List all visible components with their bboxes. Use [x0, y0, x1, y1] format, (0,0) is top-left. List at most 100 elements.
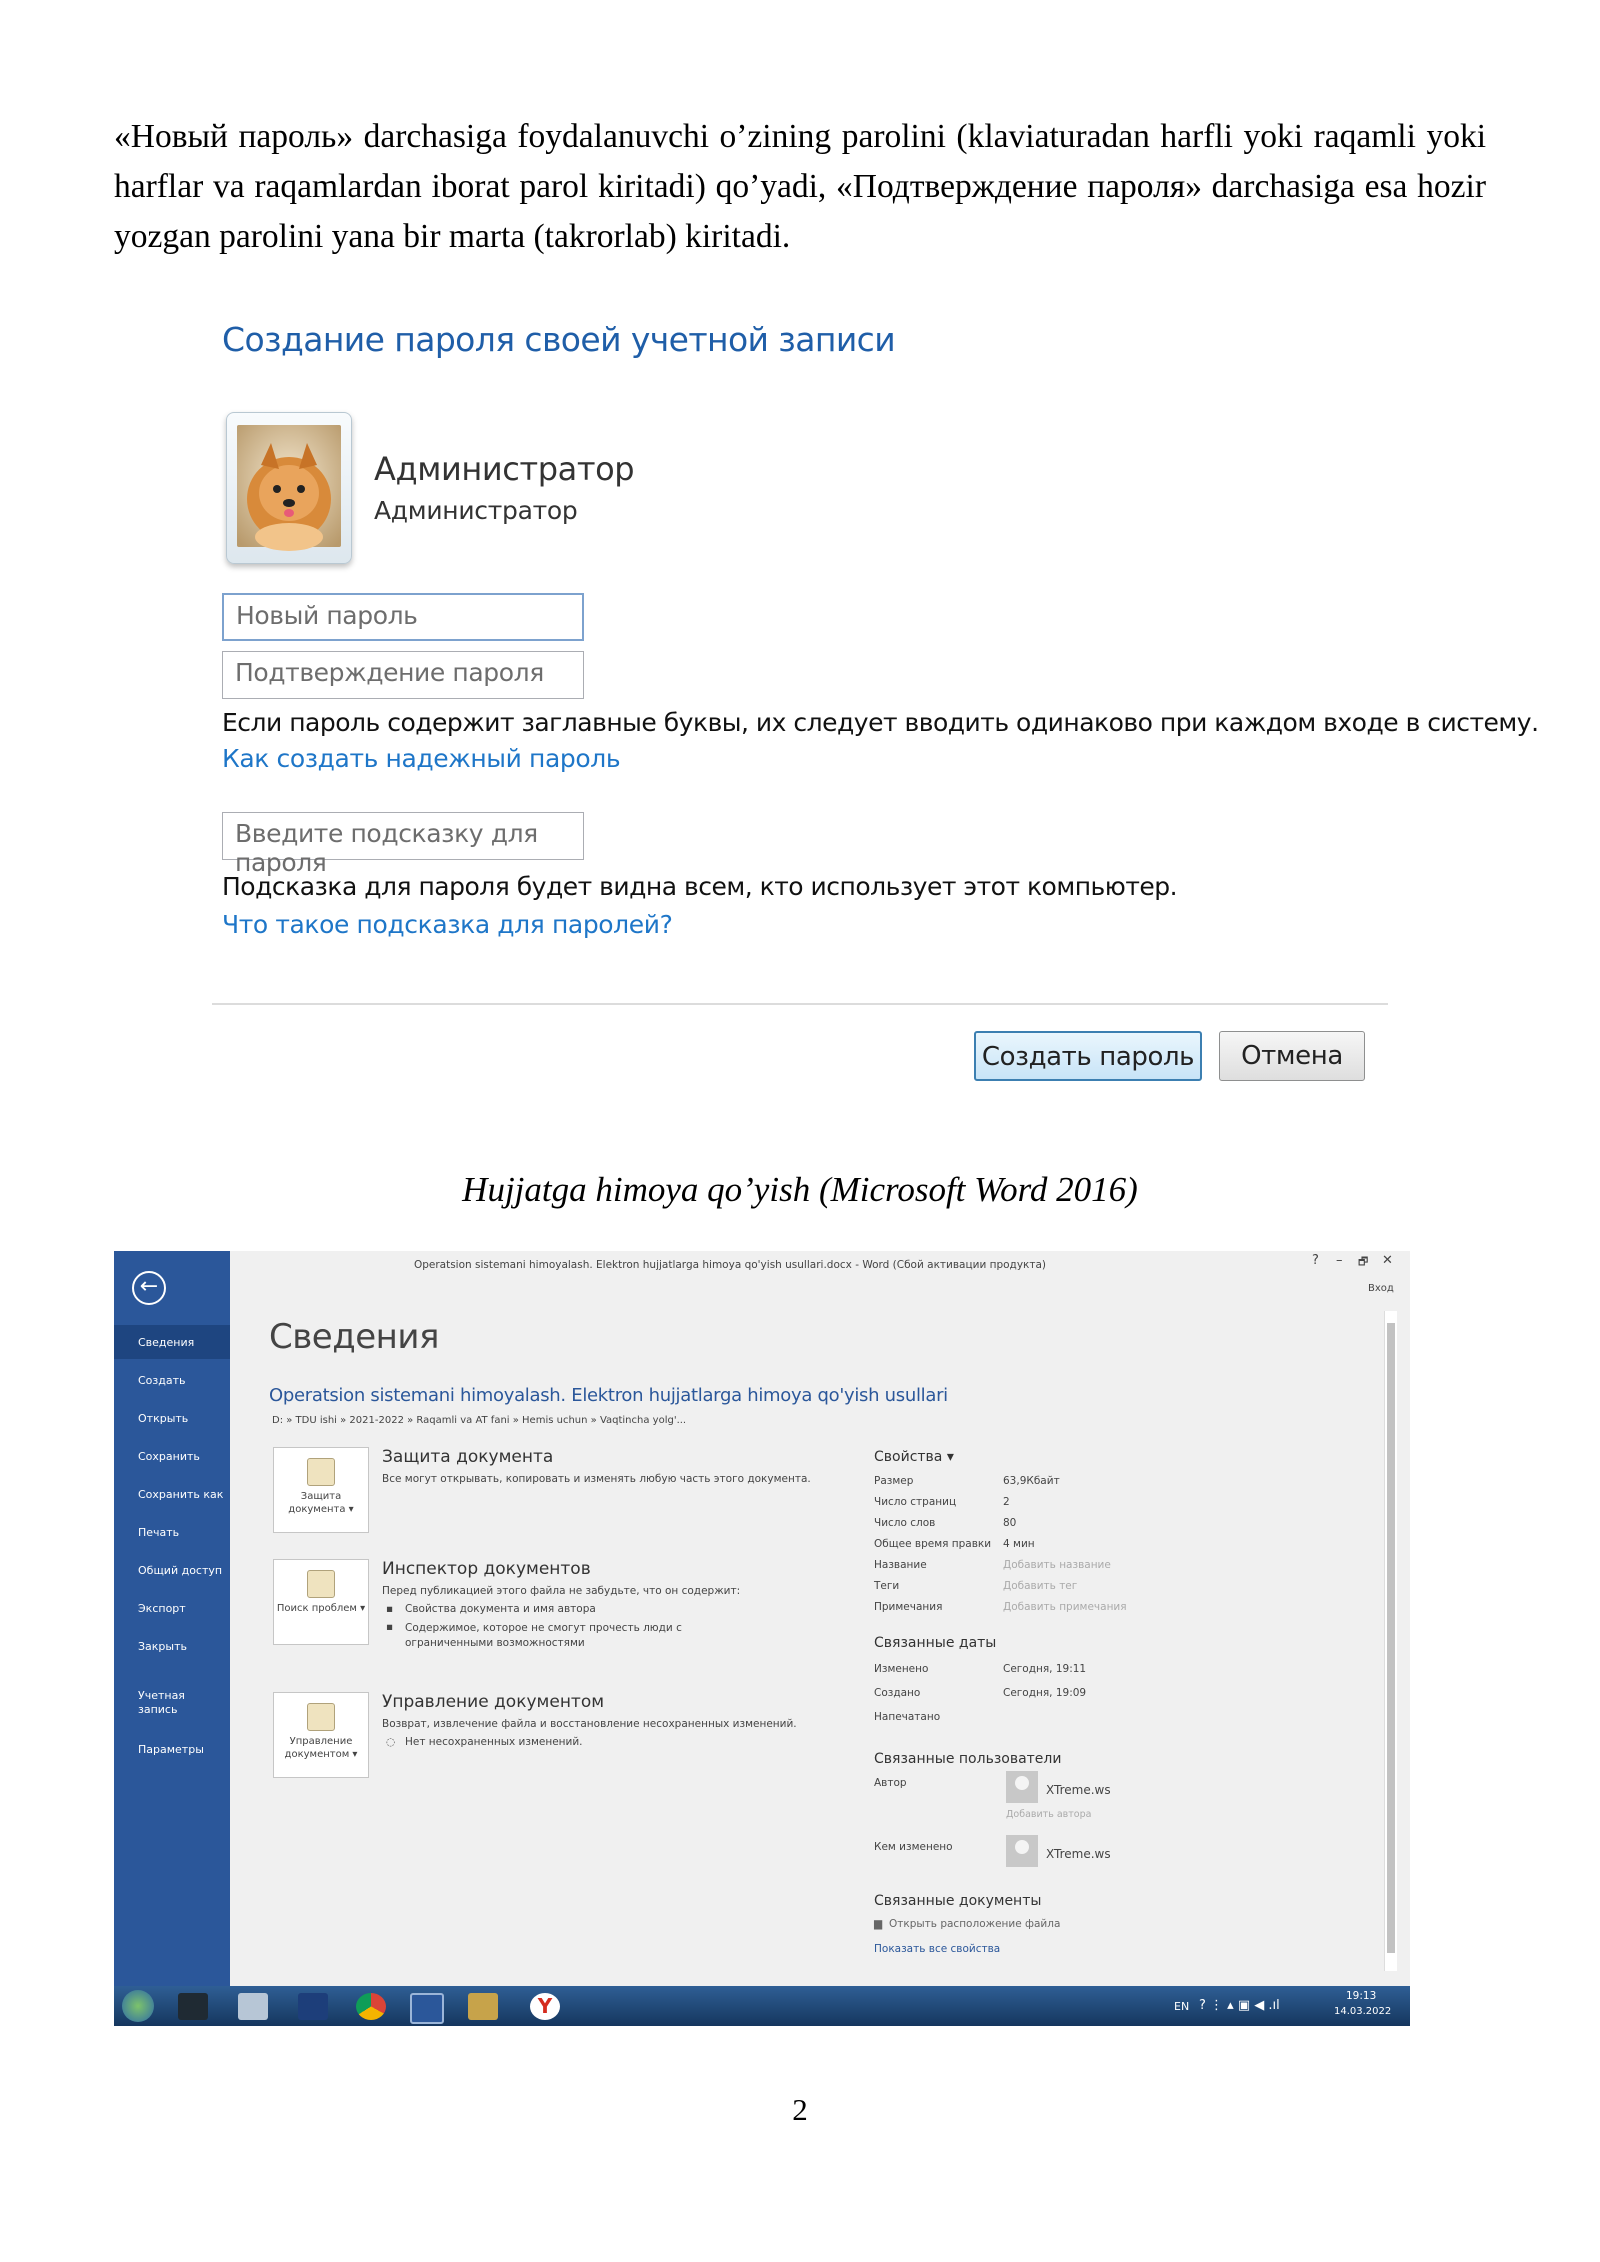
tray-icons[interactable]: ? ⋮ ▴ ▣ ◀ .ıl: [1199, 1998, 1280, 2013]
chrome-icon[interactable]: [356, 1993, 386, 2020]
user-avatar: [226, 412, 352, 564]
word-taskbar-icon[interactable]: [410, 1993, 444, 2024]
strong-password-link[interactable]: Как создать надежный пароль: [222, 744, 621, 773]
caps-notice: Если пароль содержит заглавные буквы, их…: [222, 708, 1539, 737]
dialog-separator: [212, 1003, 1388, 1005]
nav-item-options[interactable]: Параметры: [138, 1743, 204, 1756]
author-name[interactable]: XTreme.ws: [1046, 1783, 1111, 1797]
open-file-location-link[interactable]: Открыть расположение файла: [889, 1918, 1060, 1930]
taskbar-save-icon[interactable]: [298, 1993, 328, 2020]
manage-document-tile-label: Управление документом ▾: [284, 1736, 358, 1760]
taskbar-app-icon[interactable]: [468, 1993, 498, 2020]
close-icon[interactable]: ✕: [1382, 1253, 1393, 1268]
add-author-link[interactable]: Добавить автора: [1006, 1809, 1091, 1820]
nav-item-info[interactable]: Сведения: [138, 1336, 194, 1349]
sign-in-link[interactable]: Вход: [1368, 1283, 1394, 1294]
check-for-issues-button[interactable]: Поиск проблем ▾: [273, 1559, 369, 1645]
manage-document-text: Возврат, извлечение файла и восстановлен…: [382, 1718, 797, 1730]
changed-by-label: Кем изменено: [874, 1841, 953, 1853]
prop-value: 63,9Кбайт: [1003, 1475, 1060, 1487]
prop-value-title-input[interactable]: Добавить название: [1003, 1559, 1111, 1571]
changed-by-name[interactable]: XTreme.ws: [1046, 1847, 1111, 1861]
prop-label: Общее время правки: [874, 1538, 992, 1550]
document-title: Operatsion sistemani himoyalash. Elektro…: [269, 1385, 948, 1406]
vertical-scrollbar[interactable]: [1384, 1311, 1397, 1971]
nav-item-export[interactable]: Экспорт: [138, 1602, 186, 1615]
body-paragraph: «Новый пароль» darchasiga foydalanuvchi …: [114, 118, 1486, 255]
document-path[interactable]: D: » TDU ishi » 2021-2022 » Raqamli va A…: [272, 1415, 686, 1426]
clock-time[interactable]: 19:13: [1346, 1990, 1376, 2002]
nav-item-save-as[interactable]: Сохранить как: [138, 1488, 223, 1501]
check-for-issues-tile-label: Поиск проблем ▾: [276, 1603, 366, 1614]
date-label: Создано: [874, 1687, 921, 1699]
dialog-title: Создание пароля своей учетной записи: [222, 320, 896, 359]
page-number: 2: [792, 2092, 808, 2127]
confirm-password-field[interactable]: Подтверждение пароля: [222, 651, 584, 699]
clock-date[interactable]: 14.03.2022: [1334, 2006, 1391, 2017]
protect-document-title: Защита документа: [382, 1447, 554, 1467]
back-arrow-icon[interactable]: ←: [132, 1271, 166, 1305]
folder-icon: ▆: [874, 1918, 883, 1930]
scrollbar-thumb[interactable]: [1387, 1323, 1395, 1953]
manage-document-button[interactable]: Управление документом ▾: [273, 1692, 369, 1778]
related-dates-header: Связанные даты: [874, 1635, 997, 1651]
nav-item-print[interactable]: Печать: [138, 1526, 179, 1539]
help-icon[interactable]: ?: [1312, 1253, 1319, 1268]
create-password-button[interactable]: Создать пароль: [974, 1031, 1202, 1081]
author-label: Автор: [874, 1777, 907, 1789]
start-button-icon[interactable]: [122, 1990, 154, 2022]
user-name: Администратор: [374, 450, 635, 488]
manage-document-title: Управление документом: [382, 1692, 605, 1712]
inspect-document-text: Перед публикацией этого файла не забудьт…: [382, 1585, 741, 1597]
hint-notice: Подсказка для пароля будет видна всем, к…: [222, 872, 1178, 901]
date-value: Сегодня, 19:11: [1003, 1663, 1087, 1675]
prop-value: 2: [1003, 1496, 1010, 1508]
protect-document-tile-label: Защита документа ▾: [288, 1491, 354, 1515]
inspect-document-title: Инспектор документов: [382, 1559, 591, 1579]
changed-by-avatar: [1006, 1835, 1038, 1867]
backstage-heading: Сведения: [269, 1317, 439, 1357]
show-all-properties-link[interactable]: Показать все свойства: [874, 1943, 1000, 1955]
windows-taskbar: Y EN ? ⋮ ▴ ▣ ◀ .ıl 19:13 14.03.2022: [114, 1986, 1410, 2026]
manage-document-icon: [307, 1703, 335, 1731]
hint-help-link[interactable]: Что такое подсказка для паролей?: [222, 910, 673, 939]
protect-document-button[interactable]: Защита документа ▾: [273, 1447, 369, 1533]
yandex-browser-icon[interactable]: Y: [530, 1993, 560, 2020]
nav-item-close[interactable]: Закрыть: [138, 1640, 187, 1653]
prop-value-tags-input[interactable]: Добавить тег: [1003, 1580, 1077, 1592]
cancel-button[interactable]: Отмена: [1219, 1031, 1365, 1081]
figure-caption: Hujjatga himoya qo’yish (Microsoft Word …: [462, 1170, 1138, 1209]
language-indicator[interactable]: EN: [1174, 2000, 1189, 2013]
new-password-field[interactable]: Новый пароль: [222, 593, 584, 641]
taskbar-app-icon[interactable]: [238, 1993, 268, 2020]
inspect-item-properties: Свойства документа и имя автора: [405, 1603, 596, 1615]
prop-value: 80: [1003, 1517, 1017, 1529]
nav-item-save[interactable]: Сохранить: [138, 1450, 200, 1463]
date-label: Изменено: [874, 1663, 929, 1675]
nav-item-new[interactable]: Создать: [138, 1374, 186, 1387]
restore-icon[interactable]: 🗗: [1358, 1253, 1368, 1272]
prop-label: Число слов: [874, 1517, 936, 1529]
prop-label: Размер: [874, 1475, 914, 1487]
minimize-icon[interactable]: –: [1336, 1253, 1343, 1268]
window-title: Operatsion sistemani himoyalash. Elektro…: [413, 1259, 1047, 1271]
prop-label: Число страниц: [874, 1496, 957, 1508]
word-screenshot: ← Сведения Создать Открыть Сохранить Сох…: [114, 1251, 1410, 2026]
manage-item-no-changes: Нет несохраненных изменений.: [405, 1736, 583, 1748]
protect-document-text: Все могут открывать, копировать и изменя…: [382, 1473, 811, 1485]
user-role: Администратор: [374, 496, 578, 525]
inspect-document-icon: [307, 1570, 335, 1598]
nav-item-account[interactable]: Учетная запись: [138, 1689, 198, 1717]
prop-value-comments-input[interactable]: Добавить примечания: [1003, 1601, 1127, 1613]
prop-label: Теги: [874, 1580, 900, 1592]
nav-item-share[interactable]: Общий доступ: [138, 1564, 222, 1577]
nav-item-open[interactable]: Открыть: [138, 1412, 188, 1425]
no-changes-icon: ◌: [386, 1736, 396, 1748]
properties-header[interactable]: Свойства ▾: [874, 1449, 954, 1465]
bullet-icon: ▪: [386, 1603, 394, 1615]
password-hint-field[interactable]: Введите подсказку для пароля: [222, 812, 584, 877]
related-people-header: Связанные пользователи: [874, 1751, 1062, 1767]
taskbar-app-icon[interactable]: [178, 1993, 208, 2020]
prop-value: 4 мин: [1003, 1538, 1035, 1550]
prop-label: Примечания: [874, 1601, 943, 1613]
